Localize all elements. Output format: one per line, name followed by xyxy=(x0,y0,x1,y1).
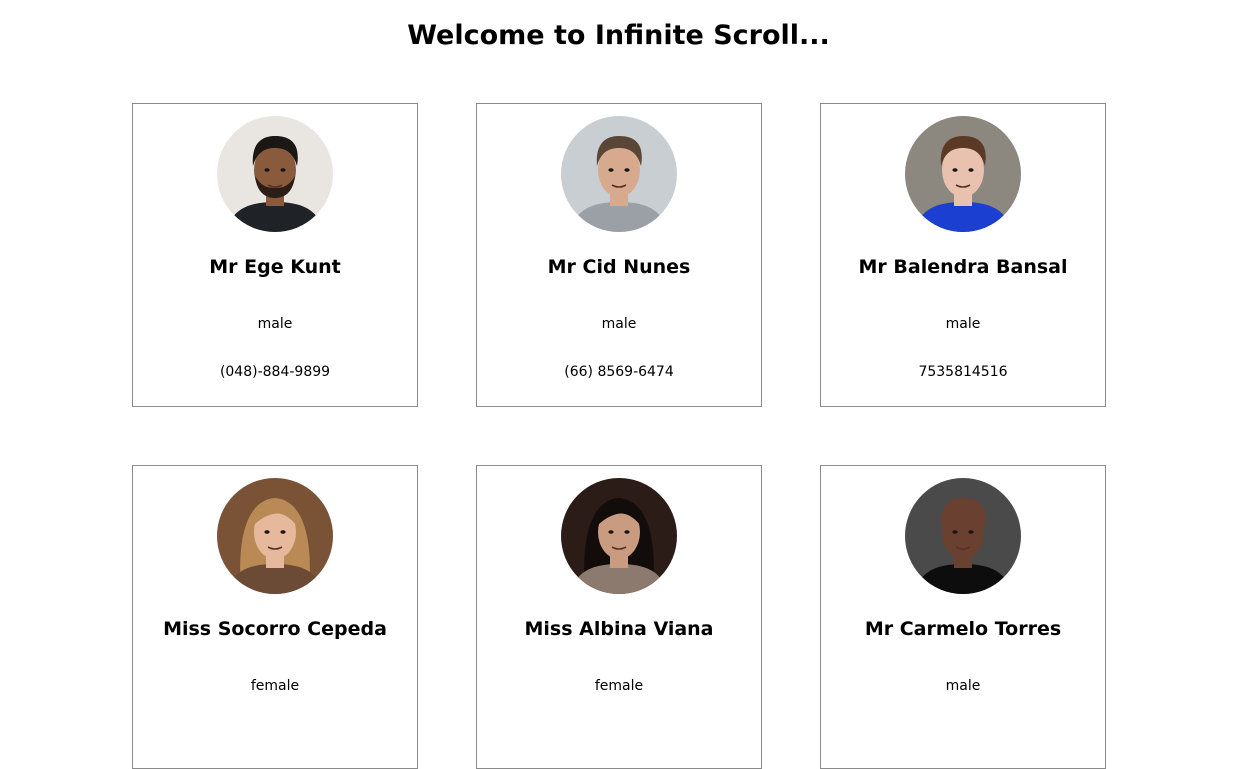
user-phone: 7535814516 xyxy=(918,364,1008,380)
user-gender: male xyxy=(945,678,981,694)
user-card: Mr Ege Kunt male (048)-884-9899 xyxy=(132,103,418,407)
avatar xyxy=(561,478,677,594)
user-card: Mr Balendra Bansal male 7535814516 xyxy=(820,103,1106,407)
user-name: Mr Ege Kunt xyxy=(209,256,341,278)
person-photo-icon xyxy=(561,116,677,232)
user-phone: (66) 8569-6474 xyxy=(564,364,674,380)
user-name: Mr Carmelo Torres xyxy=(864,618,1062,640)
user-card: Mr Carmelo Torres male xyxy=(820,465,1106,769)
avatar xyxy=(905,116,1021,232)
user-card: Mr Cid Nunes male (66) 8569-6474 xyxy=(476,103,762,407)
avatar xyxy=(217,116,333,232)
user-phone: (048)-884-9899 xyxy=(219,364,331,380)
avatar xyxy=(561,116,677,232)
user-name: Mr Balendra Bansal xyxy=(858,256,1068,278)
page-title: Welcome to Infinite Scroll... xyxy=(407,20,830,51)
person-photo-icon xyxy=(217,478,333,594)
user-gender: male xyxy=(945,316,981,332)
user-gender: male xyxy=(257,316,293,332)
person-photo-icon xyxy=(905,478,1021,594)
avatar xyxy=(217,478,333,594)
avatar xyxy=(905,478,1021,594)
user-gender: female xyxy=(594,678,644,694)
user-card: Miss Socorro Cepeda female xyxy=(132,465,418,769)
user-name: Miss Socorro Cepeda xyxy=(163,618,387,640)
user-name: Mr Cid Nunes xyxy=(547,256,691,278)
user-gender: male xyxy=(601,316,637,332)
person-photo-icon xyxy=(217,116,333,232)
user-card-grid: Mr Ege Kunt male (048)-884-9899 Mr Cid N… xyxy=(132,103,1107,769)
user-card: Miss Albina Viana female xyxy=(476,465,762,769)
person-photo-icon xyxy=(561,478,677,594)
user-gender: female xyxy=(250,678,300,694)
person-photo-icon xyxy=(905,116,1021,232)
user-name: Miss Albina Viana xyxy=(524,618,714,640)
